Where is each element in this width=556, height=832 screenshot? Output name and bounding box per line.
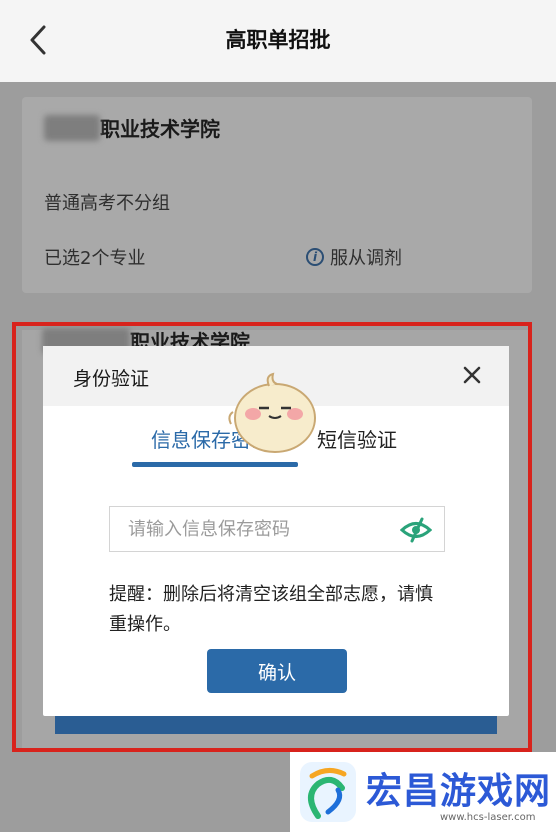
volunteer-card: 职业技术学院 普通高考不分组 已选2个专业 i 服从调剂 <box>22 97 532 293</box>
tab-sms-verification[interactable]: 短信验证 <box>317 424 397 453</box>
warning-text: 提醒：删除后将清空该组全部志愿，请慎重操作。 <box>109 584 433 635</box>
dialog-title: 身份验证 <box>73 368 150 390</box>
site-watermark: 宏昌游戏网 www.hcs-laser.com <box>290 752 556 832</box>
password-input[interactable] <box>110 507 390 551</box>
confirm-button[interactable]: 确认 <box>207 649 347 693</box>
school-name: 职业技术学院 <box>44 113 220 142</box>
info-icon: i <box>306 248 324 266</box>
active-tab-indicator <box>132 462 298 467</box>
close-icon <box>463 366 481 384</box>
blurred-school-prefix <box>44 114 100 141</box>
watermark-site-name: 宏昌游戏网 <box>366 771 552 812</box>
watermark-url: www.hcs-laser.com <box>440 812 536 823</box>
close-button[interactable] <box>461 364 483 386</box>
page-title: 高职单招批 <box>225 28 331 52</box>
password-field <box>109 506 445 552</box>
school-name-suffix: 职业技术学院 <box>100 117 220 141</box>
mascot-sticker <box>228 372 316 453</box>
eye-hidden-icon <box>399 517 433 543</box>
obey-adjustment-label: 服从调剂 <box>330 248 402 269</box>
obey-adjustment[interactable]: i 服从调剂 <box>306 244 402 270</box>
exam-group: 普通高考不分组 <box>44 193 170 214</box>
selected-majors: 已选2个专业 <box>44 248 146 269</box>
navbar: 高职单招批 <box>0 0 556 83</box>
watermark-logo-icon <box>300 762 356 822</box>
toggle-visibility-button[interactable] <box>399 517 433 543</box>
